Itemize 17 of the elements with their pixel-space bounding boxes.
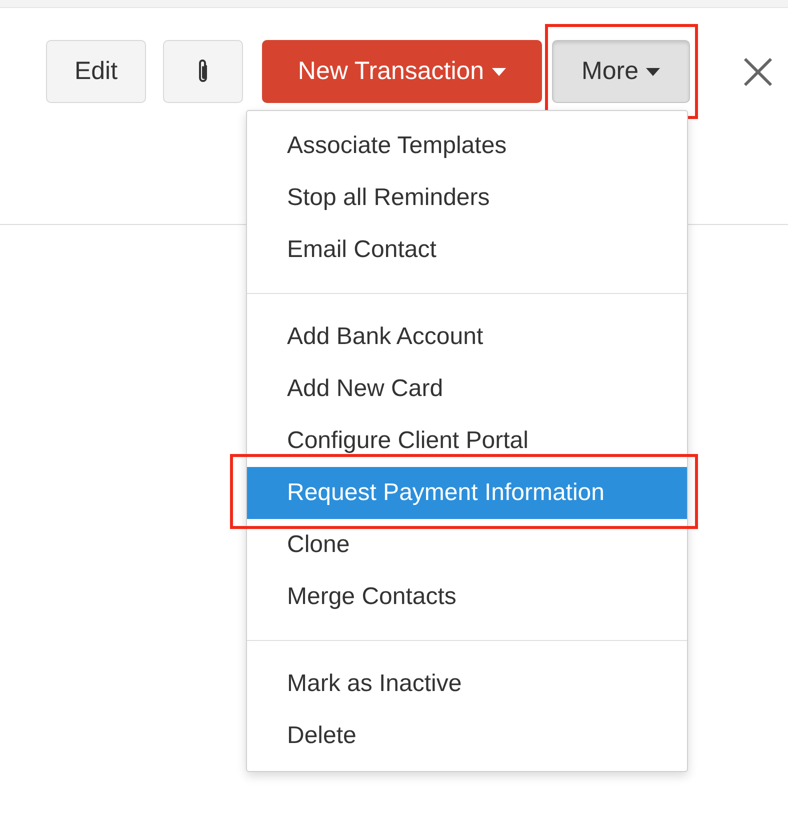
menu-item[interactable]: Clone: [247, 519, 687, 571]
menu-item[interactable]: Merge Contacts: [247, 571, 687, 623]
menu-item[interactable]: Add New Card: [247, 363, 687, 415]
attach-button[interactable]: [163, 40, 243, 103]
more-button[interactable]: More: [552, 40, 690, 103]
menu-item[interactable]: Email Contact: [247, 224, 687, 276]
menu-item[interactable]: Configure Client Portal: [247, 415, 687, 467]
caret-icon: [492, 68, 506, 76]
menu-item[interactable]: Associate Templates: [247, 120, 687, 172]
menu-item[interactable]: Stop all Reminders: [247, 172, 687, 224]
new-transaction-button[interactable]: New Transaction: [262, 40, 542, 103]
menu-item[interactable]: Delete: [247, 710, 687, 762]
edit-button[interactable]: Edit: [46, 40, 146, 103]
close-icon[interactable]: [743, 56, 773, 86]
menu-item[interactable]: Add Bank Account: [247, 311, 687, 363]
caret-icon: [646, 68, 660, 76]
menu-item[interactable]: Mark as Inactive: [247, 658, 687, 710]
